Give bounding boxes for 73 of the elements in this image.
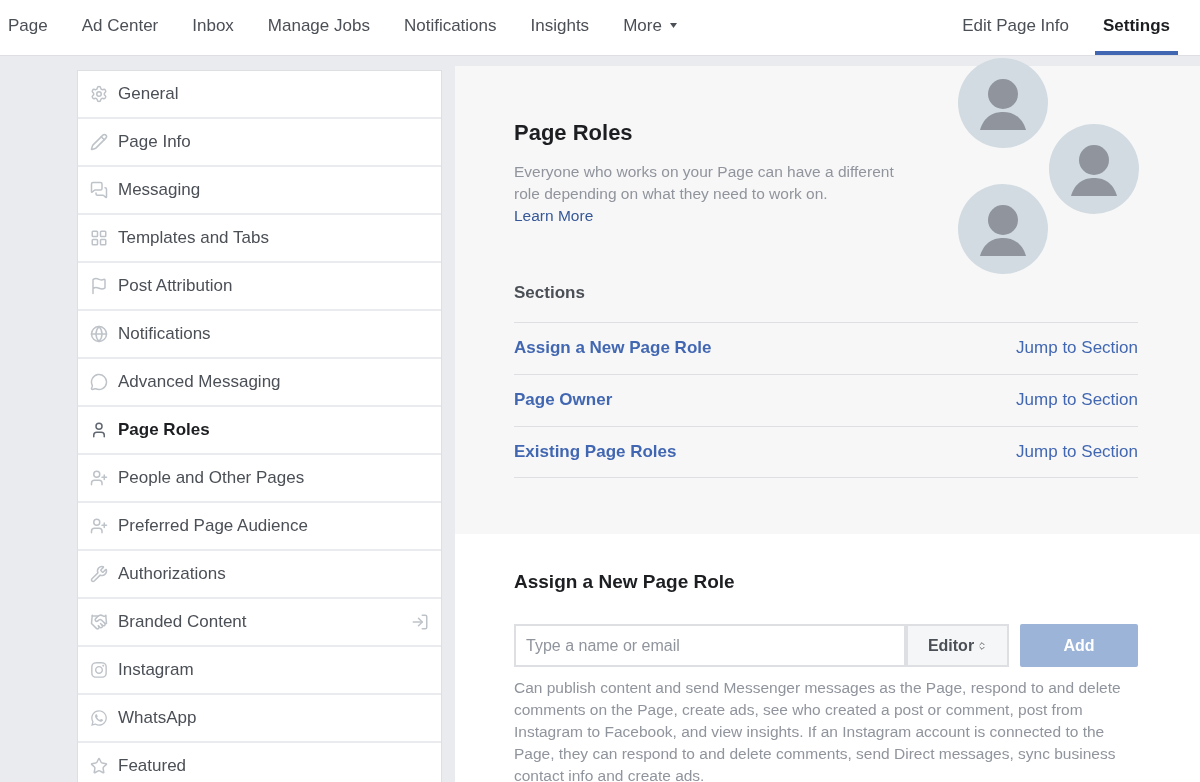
nav-tab[interactable]: Edit Page Info [954, 0, 1077, 55]
sidebar-label: Page Info [118, 131, 192, 154]
sidebar-item[interactable]: Authorizations [78, 551, 441, 599]
nav-tab[interactable]: Notifications [395, 0, 505, 55]
sidebar-label: Notifications [118, 323, 212, 346]
grid-icon [90, 229, 108, 247]
section-link[interactable]: Page Owner [514, 387, 613, 413]
sidebar-item[interactable]: Instagram [78, 647, 441, 695]
sections-heading: Sections [514, 282, 586, 304]
sidebar-item[interactable]: Templates and Tabs [78, 215, 441, 263]
wrench-icon [90, 565, 108, 583]
sidebar-item[interactable]: Featured [78, 743, 441, 782]
sidebar-item[interactable]: Notifications [78, 311, 441, 359]
avatar-icon [1049, 124, 1139, 214]
role-dropdown[interactable]: Editor [906, 624, 1009, 667]
sidebar-item[interactable]: Page Info [78, 119, 441, 167]
star-icon [90, 757, 108, 775]
globe-icon [90, 325, 108, 343]
sidebar-label: Authorizations [118, 563, 227, 586]
sidebar-label: Branded Content [118, 611, 248, 634]
sidebar-item[interactable]: General [78, 71, 441, 119]
camera-icon [90, 661, 108, 679]
person-icon [90, 421, 108, 439]
avatar-icon [958, 58, 1048, 148]
page-title: Page Roles [514, 119, 634, 147]
chat-bubbles-icon [90, 181, 108, 199]
role-description: Can publish content and send Messenger messages as the Page, respond to and delete comments on the Page, create ads, see who created a post or comment, post from Instagram to Facebook, and view insights. If an Instagram account is connected to the Page, they can respond to and delete comments, send Direct messages, sync business contact info and create ads. [514, 678, 1122, 782]
sidebar-label: General [118, 83, 180, 106]
person-plus-icon [90, 469, 108, 487]
sidebar-item[interactable]: Messaging [78, 167, 441, 215]
section-link[interactable]: Assign a New Page Role [514, 335, 712, 361]
sidebar-label: Page Roles [118, 419, 211, 442]
sidebar-label: People and Other Pages [118, 467, 306, 490]
jump-link[interactable]: Jump to Section [1016, 387, 1138, 413]
sidebar-label: Featured [118, 755, 188, 778]
sidebar-item[interactable]: Branded Content [78, 599, 441, 647]
sidebar-item[interactable]: Post Attribution [78, 263, 441, 311]
sidebar-item[interactable]: Advanced Messaging [78, 359, 441, 407]
sidebar-item[interactable]: People and Other Pages [78, 455, 441, 503]
sidebar-label: Post Attribution [118, 275, 234, 298]
handshake-icon [90, 613, 108, 631]
add-button: Add [1020, 624, 1138, 667]
phone-bubble-icon [90, 709, 108, 727]
person-plus-icon [90, 517, 108, 535]
sidebar-label: Advanced Messaging [118, 371, 282, 394]
name-input-field[interactable]: Type a name or email [514, 624, 906, 667]
sidebar-item[interactable]: Preferred Page Audience [78, 503, 441, 551]
sidebar-label: Messaging [118, 179, 202, 202]
section-title: Assign a New Page Role [514, 569, 736, 594]
jump-link[interactable]: Jump to Section [1016, 335, 1138, 361]
nav-tab[interactable]: Ad Center [73, 0, 167, 55]
sidebar-label: Instagram [118, 659, 195, 682]
flag-icon [90, 277, 108, 295]
jump-link[interactable]: Jump to Section [1016, 438, 1138, 465]
learn-more-link[interactable]: Learn More [514, 207, 594, 224]
sidebar-item[interactable]: WhatsApp [78, 695, 441, 743]
sidebar-label: WhatsApp [118, 707, 198, 730]
nav-tab[interactable]: More [615, 0, 685, 55]
sidebar-item[interactable]: Page Roles [78, 407, 441, 455]
avatar-icon [958, 184, 1048, 274]
sidebar-label: Preferred Page Audience [118, 515, 309, 538]
nav-tab[interactable]: Page [0, 0, 56, 55]
pencil-icon [90, 133, 108, 151]
sort-arrows-icon [977, 640, 988, 651]
nav-tab[interactable]: Manage Jobs [259, 0, 378, 55]
sidebar-label: Templates and Tabs [118, 227, 270, 250]
gear-icon [90, 85, 108, 103]
section-link[interactable]: Existing Page Roles [514, 438, 677, 465]
chat-bubble-icon [90, 373, 108, 391]
nav-tab[interactable]: Settings [1094, 0, 1178, 55]
intro-description: Everyone who works on your Page can have a different role depending on what they need to work on. Learn More [514, 162, 894, 226]
nav-tab[interactable]: Inbox [184, 0, 242, 55]
nav-tab[interactable]: Insights [522, 0, 598, 55]
